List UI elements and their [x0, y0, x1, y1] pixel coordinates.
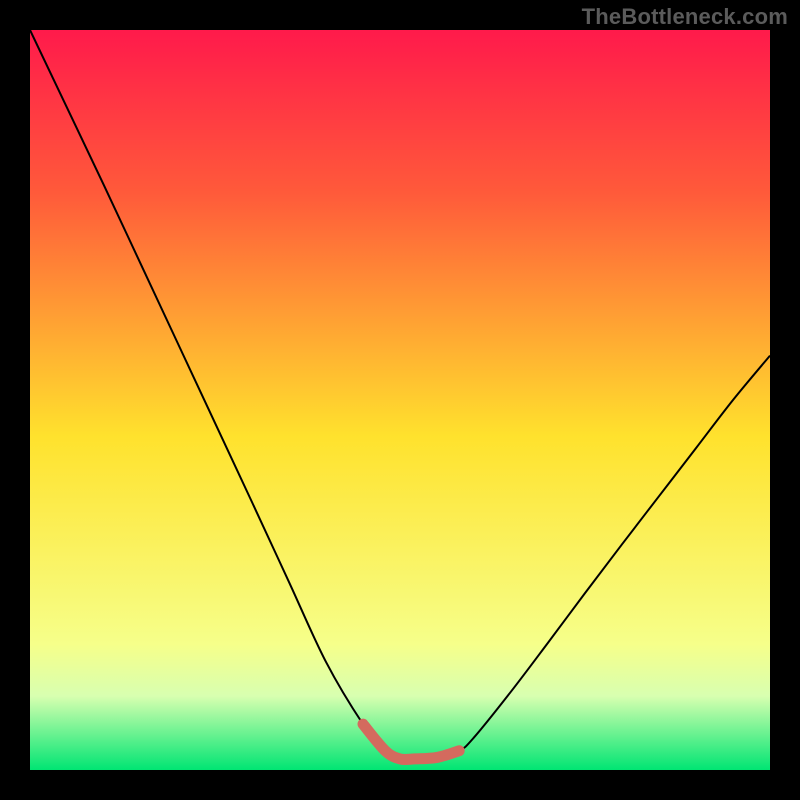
bottleneck-chart	[30, 30, 770, 770]
chart-frame: TheBottleneck.com	[0, 0, 800, 800]
watermark-text: TheBottleneck.com	[582, 4, 788, 30]
chart-background	[30, 30, 770, 770]
